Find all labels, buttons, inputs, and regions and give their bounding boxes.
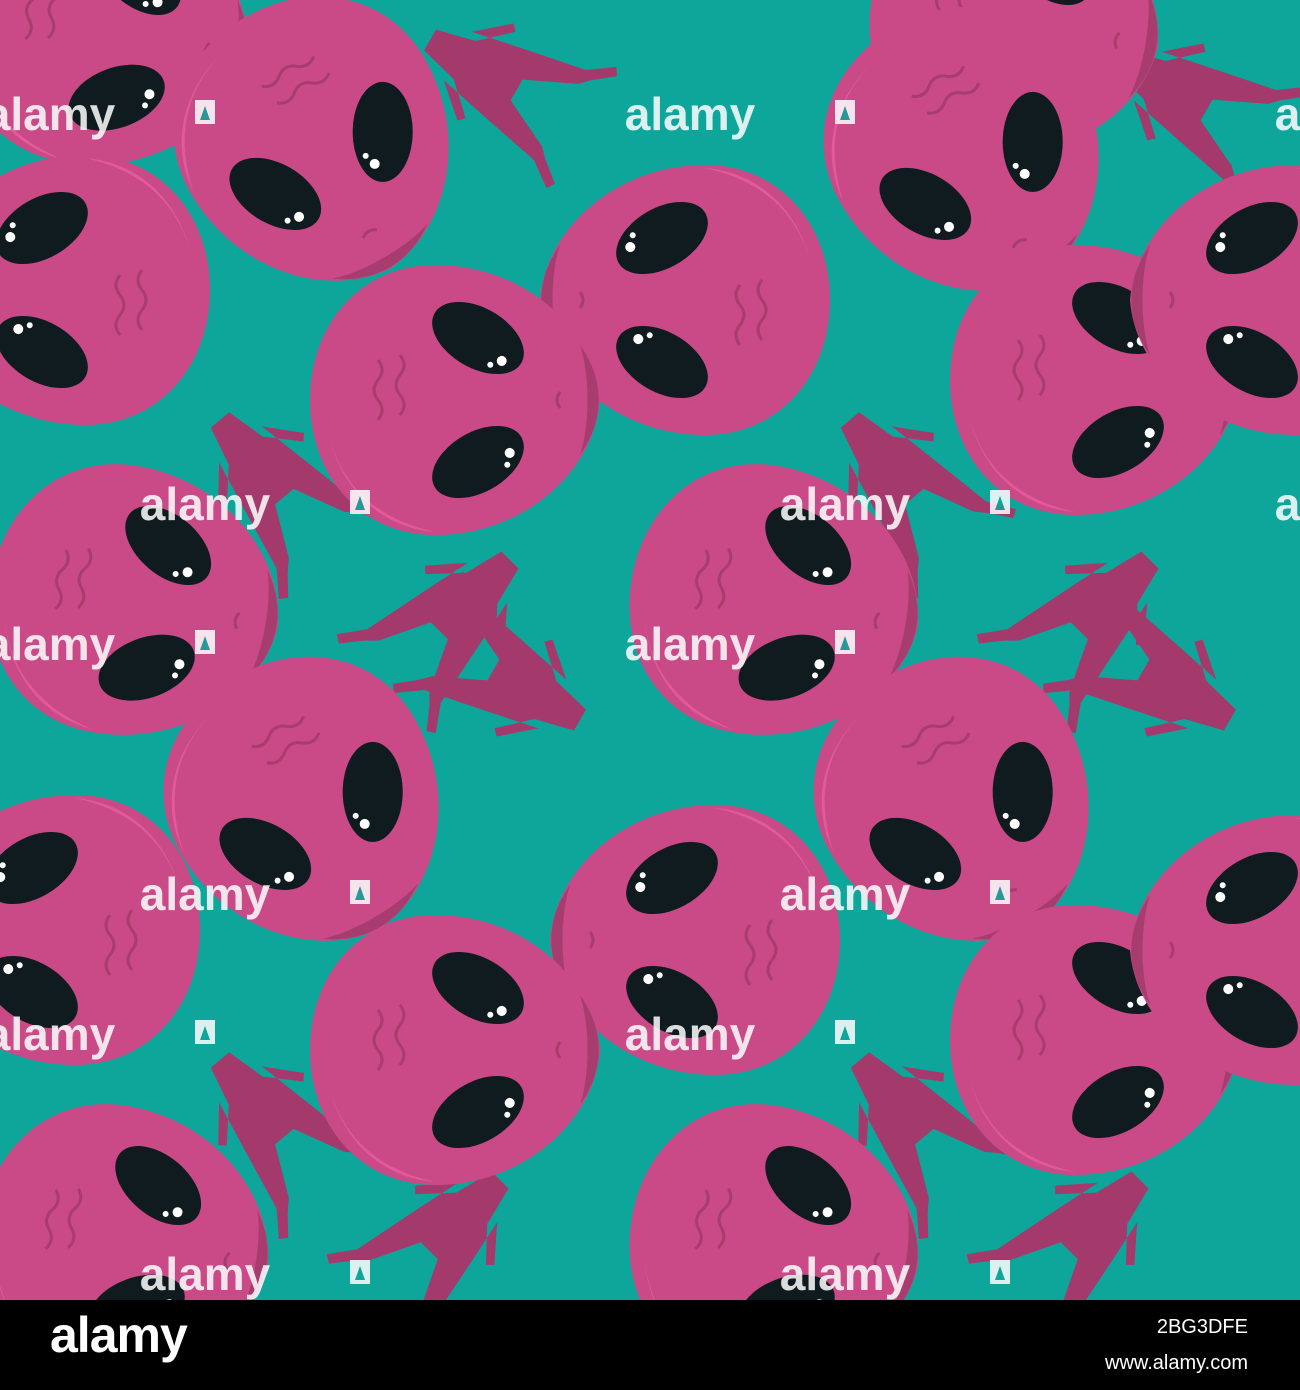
alamy-a-logo-icon xyxy=(350,880,370,904)
alamy-a-logo-icon xyxy=(835,1020,855,1044)
alien-pattern-image: alamy alamy alamy alamy alamy alamy alamy alamy… xyxy=(0,0,1300,1300)
alien-eye-shine xyxy=(1002,812,1009,819)
alien-eye-shape xyxy=(352,81,413,182)
alamy-a-logo-icon xyxy=(350,490,370,514)
alien-eye xyxy=(992,741,1053,842)
watermark-text: alamy xyxy=(140,478,271,530)
alien-eye-shine xyxy=(369,158,380,169)
alien-eye xyxy=(352,81,413,182)
watermark-text: alamy xyxy=(0,88,116,140)
alien-eye-shine xyxy=(1009,818,1020,829)
image-id-label: 2BG3DFE xyxy=(1156,1316,1248,1338)
footer-logo[interactable]: alamy xyxy=(50,1305,188,1365)
watermark-text: alamy xyxy=(625,618,756,670)
alien-eye-shine xyxy=(1019,168,1030,179)
watermark-text: alamy xyxy=(1275,478,1300,530)
alien-eye-shape xyxy=(342,741,403,842)
watermark-text: alamy xyxy=(780,478,911,530)
watermark-text: alamy xyxy=(0,1008,116,1060)
watermark-text: alamy xyxy=(0,618,116,670)
alamy-a-logo-icon xyxy=(350,1260,370,1284)
alamy-a-logo-icon xyxy=(195,100,215,124)
alien-eye-shine xyxy=(352,812,359,819)
alamy-a-logo-icon xyxy=(195,1020,215,1044)
alamy-a-logo-icon xyxy=(990,490,1010,514)
alamy-a-logo-icon xyxy=(195,630,215,654)
watermark-text: alamy xyxy=(780,1248,911,1300)
alien-eye xyxy=(1002,91,1063,192)
alien-eye-shape xyxy=(992,741,1053,842)
alien-eye xyxy=(342,741,403,842)
alamy-a-logo-icon xyxy=(835,630,855,654)
alien-eye-shine xyxy=(359,818,370,829)
watermark-text: alamy xyxy=(780,868,911,920)
alamy-a-logo-icon xyxy=(990,880,1010,904)
alien-eye-shine xyxy=(362,152,369,159)
watermark-text: alamy xyxy=(625,88,756,140)
alamy-a-logo-icon xyxy=(990,1260,1010,1284)
alamy-watermark: alamy xyxy=(1275,478,1300,530)
footer-info: 2BG3DFE www.alamy.com xyxy=(1105,1314,1248,1376)
alamy-a-logo-icon xyxy=(835,100,855,124)
alien-eye-shape xyxy=(1002,91,1063,192)
watermark-text: alamy xyxy=(1275,88,1300,140)
watermark-text: alamy xyxy=(140,868,271,920)
alamy-watermark: alamy xyxy=(1275,88,1300,140)
stock-image-page: alamyalamyalamyalamyalamyalamyalamyalamy… xyxy=(0,0,1300,1390)
alien-eye-shine xyxy=(1012,162,1019,169)
watermark-text: alamy xyxy=(140,1248,271,1300)
footer-url-link[interactable]: www.alamy.com xyxy=(1105,1350,1248,1376)
watermark-text: alamy xyxy=(625,1008,756,1060)
